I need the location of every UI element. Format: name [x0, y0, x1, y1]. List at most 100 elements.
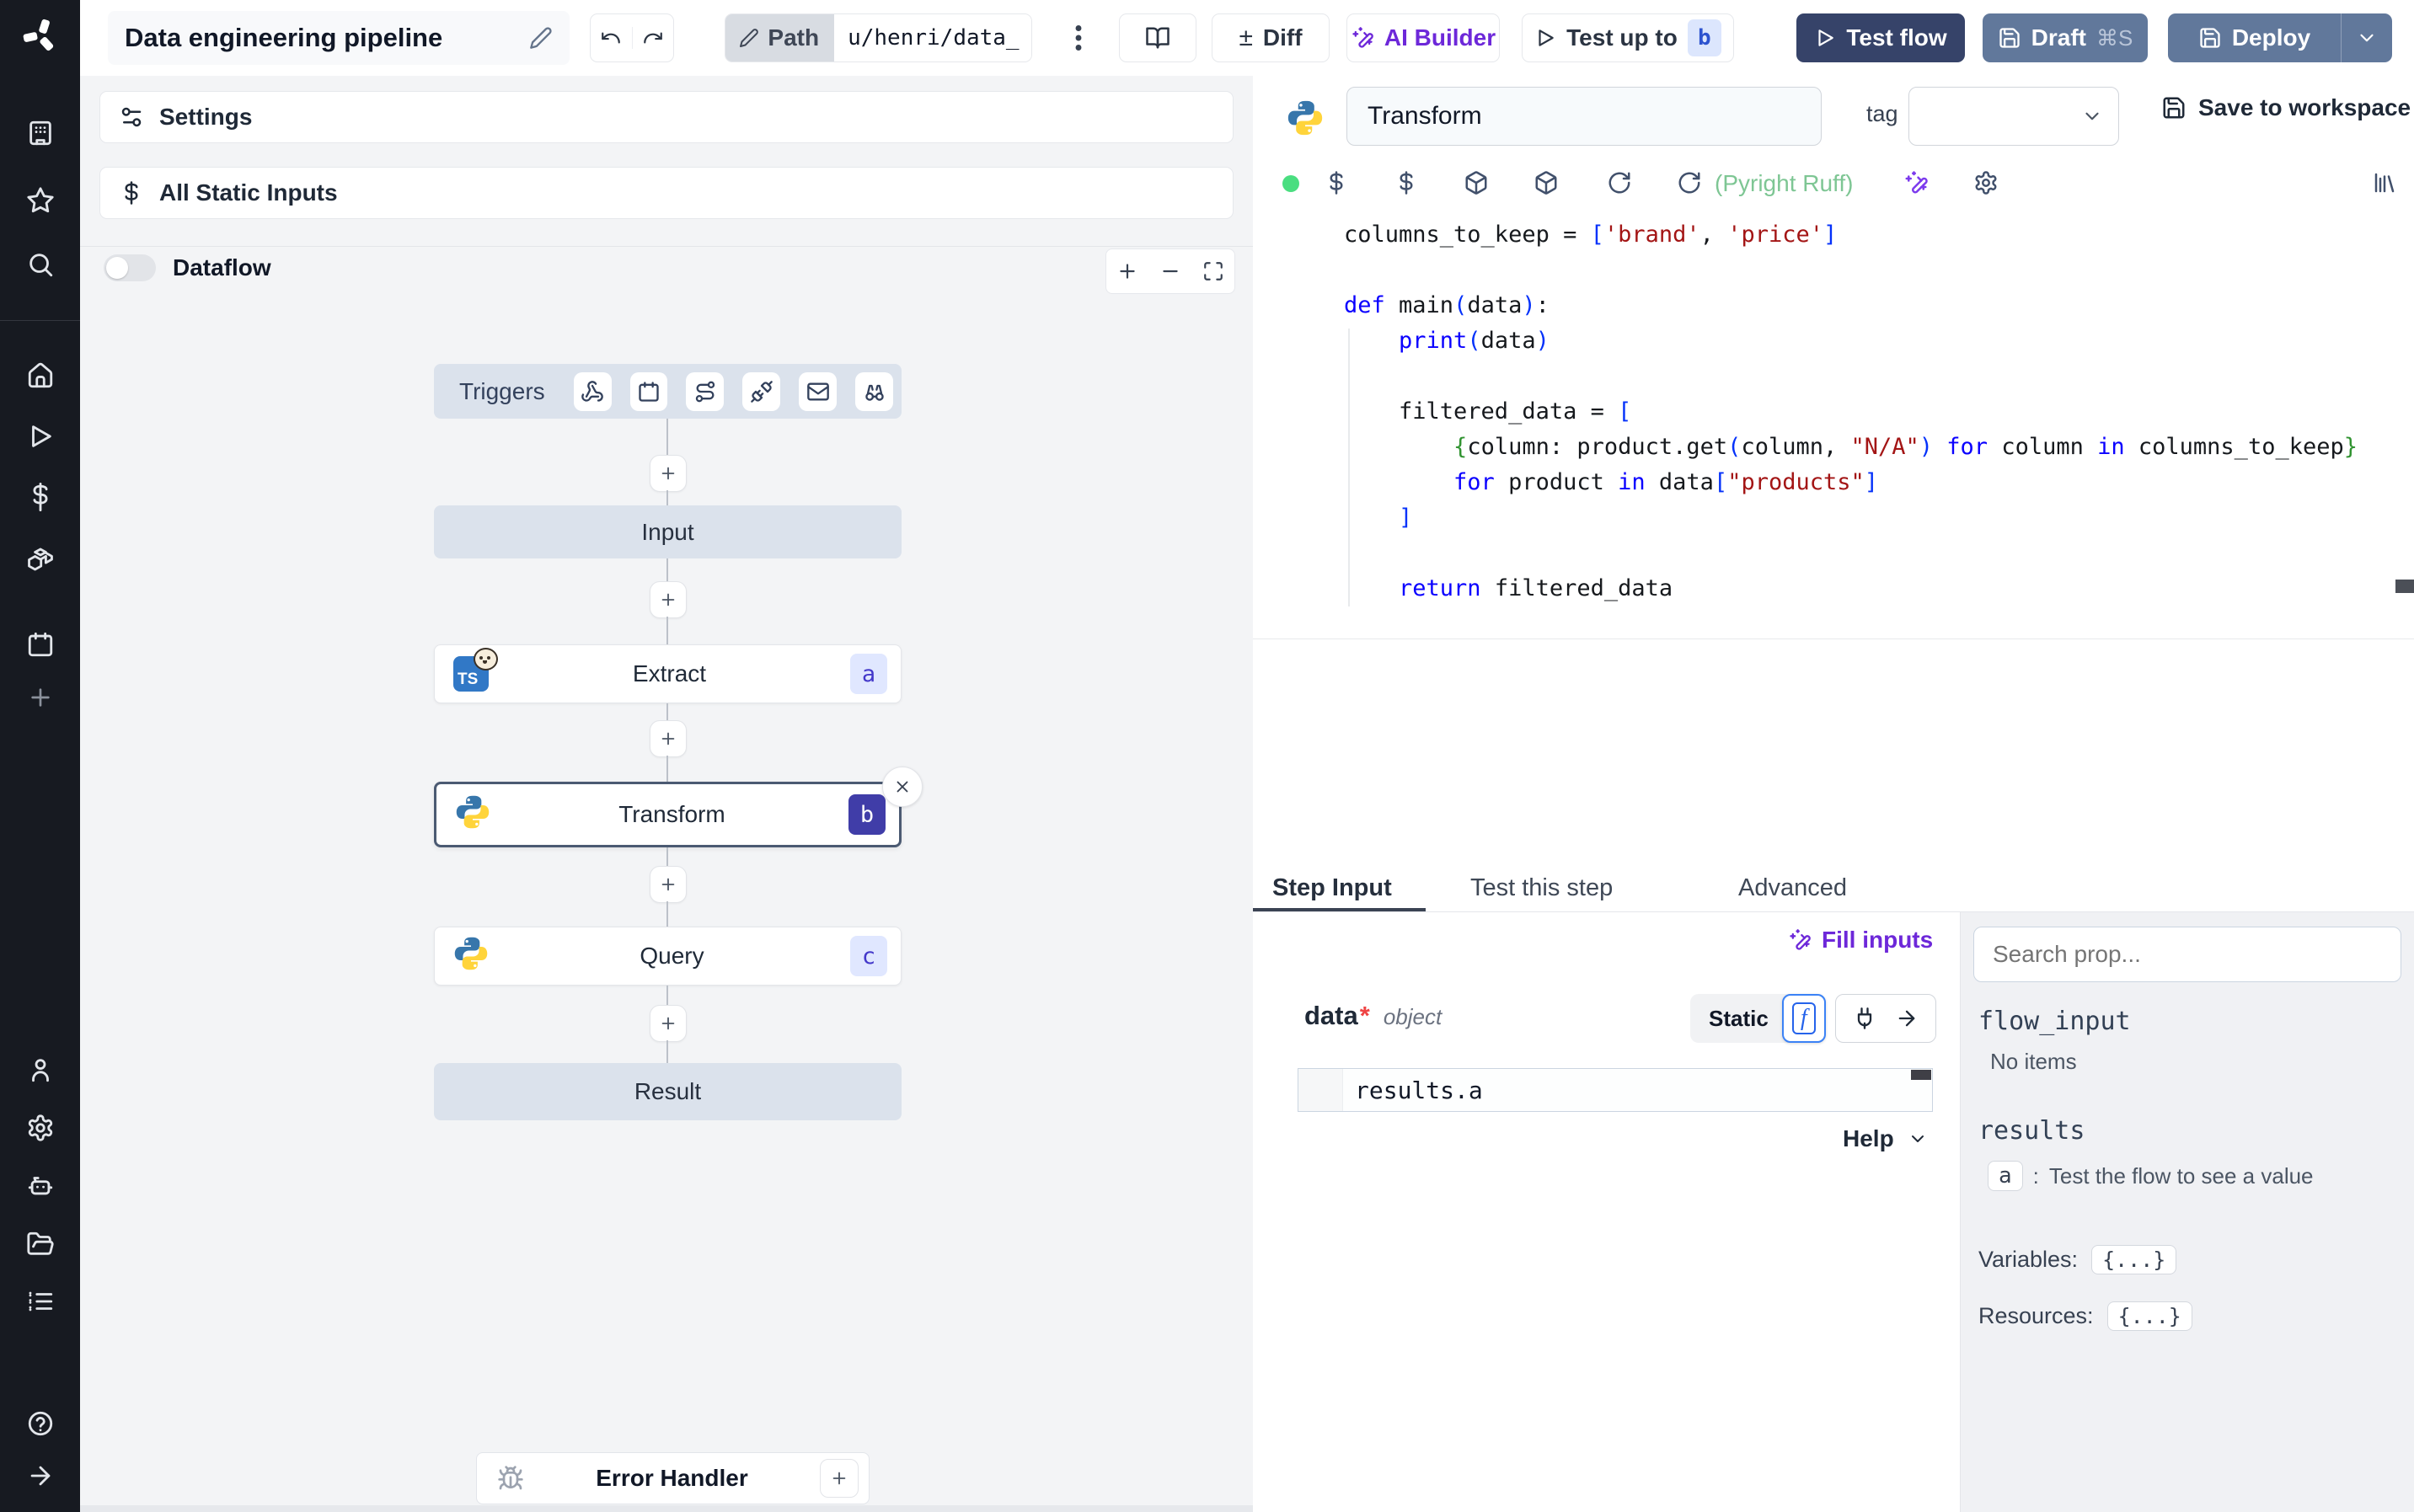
code-editor[interactable]: columns_to_keep = ['brand', 'price'] def…	[1344, 217, 2414, 606]
package-icon[interactable]	[1464, 170, 1489, 195]
extract-node[interactable]: TS Extract a	[434, 644, 902, 703]
help-icon[interactable]	[26, 1409, 55, 1438]
undo-button[interactable]	[591, 27, 633, 49]
add-step-button[interactable]	[650, 1005, 687, 1042]
zoom-in-icon[interactable]	[1116, 260, 1138, 282]
ai-builder-button[interactable]: AI Builder	[1346, 13, 1500, 62]
search-prop-input[interactable]	[1973, 927, 2401, 982]
flow-input-section[interactable]: flow_input	[1978, 1007, 2131, 1036]
editor-settings-icon[interactable]	[1973, 170, 1999, 195]
save-to-workspace-button[interactable]: Save to workspace	[2161, 94, 2411, 121]
expression-value[interactable]: results.a	[1343, 1069, 1495, 1111]
expand-icon[interactable]	[26, 1461, 55, 1490]
fill-inputs-button[interactable]: Fill inputs	[1788, 927, 1933, 954]
add-step-button[interactable]	[650, 720, 687, 757]
ai-assist-icon[interactable]	[1903, 170, 1929, 195]
flow-settings-button[interactable]: Settings	[99, 91, 1234, 143]
deploy-options-button[interactable]	[2341, 13, 2392, 62]
webhook-icon[interactable]	[573, 371, 612, 411]
triggers-node[interactable]: Triggers	[434, 364, 902, 419]
bun-typescript-icon: TS	[453, 648, 498, 692]
reload-icon[interactable]	[1607, 170, 1632, 195]
websocket-icon[interactable]	[742, 371, 781, 411]
resources-label: Resources:	[1978, 1303, 2094, 1328]
email-icon[interactable]	[799, 371, 838, 411]
arrow-right-icon[interactable]	[1895, 1007, 1919, 1030]
runs-icon[interactable]	[26, 422, 55, 451]
windmill-logo-icon[interactable]	[21, 17, 60, 60]
docs-button[interactable]	[1119, 13, 1196, 62]
deploy-main[interactable]: Deploy	[2168, 24, 2341, 51]
edit-title-icon[interactable]	[529, 26, 553, 50]
result-key-chip[interactable]: a	[1988, 1161, 2023, 1191]
path-value-input[interactable]: u/henri/data_	[834, 14, 1031, 61]
workers-icon[interactable]	[26, 1171, 55, 1199]
test-flow-button[interactable]: Test flow	[1796, 13, 1965, 62]
error-handler-node[interactable]: Error Handler	[476, 1452, 870, 1504]
package-icon[interactable]	[1534, 170, 1559, 195]
dataflow-toggle[interactable]	[104, 254, 156, 281]
star-icon[interactable]	[26, 186, 55, 215]
route-icon[interactable]	[686, 371, 725, 411]
add-icon[interactable]	[27, 684, 54, 711]
resources-icon[interactable]	[26, 545, 55, 574]
expression-input[interactable]: results.a	[1298, 1068, 1933, 1112]
variables-picker-icon[interactable]	[1394, 170, 1419, 195]
sidebar-divider	[0, 320, 80, 321]
deploy-button[interactable]: Deploy	[2168, 13, 2392, 62]
add-step-button[interactable]	[650, 455, 687, 492]
add-step-button[interactable]	[650, 581, 687, 618]
transform-node-label: Transform	[618, 801, 725, 827]
reload-icon[interactable]	[1677, 170, 1702, 195]
workspace-icon[interactable]	[26, 119, 55, 147]
more-options-icon[interactable]	[1066, 19, 1091, 61]
results-section[interactable]: results	[1978, 1116, 2085, 1146]
tab-advanced[interactable]: Advanced	[1738, 874, 1847, 913]
resources-value-chip[interactable]: {...}	[2106, 1301, 2192, 1331]
transform-node-selected[interactable]: Transform b	[434, 782, 902, 847]
tag-select[interactable]	[1908, 87, 2119, 146]
library-icon[interactable]	[2372, 170, 2397, 195]
step-name-input[interactable]	[1346, 87, 1822, 146]
poll-icon[interactable]	[855, 371, 893, 411]
remove-step-icon[interactable]	[882, 767, 923, 807]
fit-view-icon[interactable]	[1202, 260, 1224, 282]
zoom-out-icon[interactable]	[1159, 260, 1181, 282]
editor-scrollbar[interactable]	[2395, 580, 2414, 593]
input-mode-toggle: Static f	[1690, 994, 1826, 1043]
path-editor[interactable]: Path u/henri/data_	[725, 13, 1032, 62]
add-step-button[interactable]	[650, 866, 687, 903]
test-up-to-button[interactable]: Test up to b	[1522, 13, 1734, 62]
folders-icon[interactable]	[26, 1230, 55, 1258]
schedules-icon[interactable]	[26, 630, 55, 659]
save-icon	[2200, 28, 2220, 48]
diff-button[interactable]: ± Diff	[1212, 13, 1330, 62]
user-icon[interactable]	[26, 1055, 55, 1084]
query-node[interactable]: Query c	[434, 927, 902, 986]
add-error-handler-icon[interactable]	[820, 1459, 859, 1498]
settings-icon[interactable]	[26, 1114, 55, 1142]
tab-test-this-step[interactable]: Test this step	[1470, 874, 1613, 913]
result-node[interactable]: Result	[434, 1063, 902, 1120]
static-mode-label[interactable]: Static	[1709, 1006, 1769, 1032]
static-inputs-icon[interactable]	[1324, 170, 1349, 195]
lint-status[interactable]: (Pyright Ruff)	[1715, 170, 1853, 197]
input-node[interactable]: Input	[434, 505, 902, 558]
path-label-segment[interactable]: Path	[725, 14, 835, 61]
redo-button[interactable]	[633, 27, 674, 49]
edge-line	[666, 847, 668, 866]
audit-logs-icon[interactable]	[26, 1287, 55, 1316]
all-static-inputs-button[interactable]: All Static Inputs	[99, 167, 1234, 219]
schedule-icon[interactable]	[629, 371, 668, 411]
home-icon[interactable]	[26, 361, 55, 390]
variables-value-chip[interactable]: {...}	[2091, 1245, 2177, 1274]
result-item[interactable]: a : Test the flow to see a value	[1988, 1161, 2314, 1191]
plug-icon[interactable]	[1853, 1007, 1876, 1030]
help-toggle[interactable]: Help	[1843, 1125, 1928, 1152]
javascript-mode-button[interactable]: f	[1781, 994, 1826, 1043]
canvas-zoom-controls	[1105, 248, 1235, 294]
search-icon[interactable]	[26, 250, 55, 279]
field-name: data	[1304, 1001, 1358, 1030]
draft-button[interactable]: Draft ⌘S	[1983, 13, 2148, 62]
variables-icon[interactable]	[26, 483, 55, 511]
